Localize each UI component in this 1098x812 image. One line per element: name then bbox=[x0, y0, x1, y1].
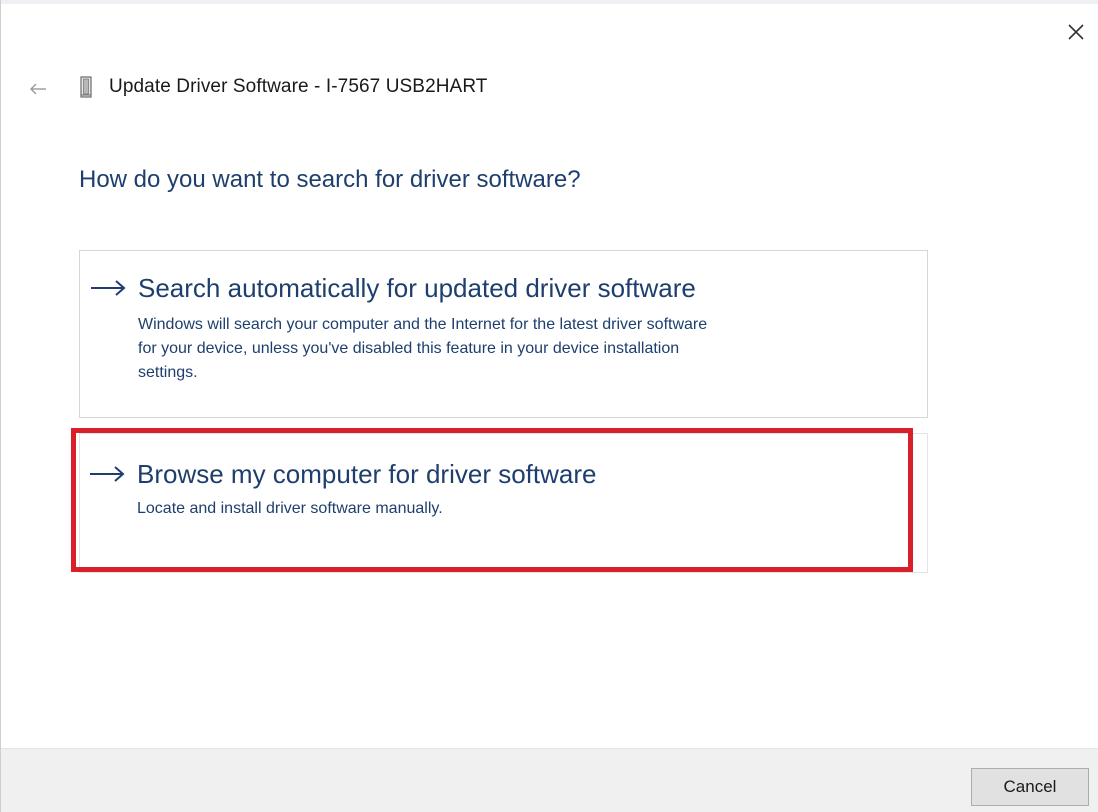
window-title: Update Driver Software - I-7567 USB2HART bbox=[109, 76, 488, 97]
dialog-footer: Cancel bbox=[1, 748, 1098, 812]
back-button[interactable] bbox=[27, 78, 49, 100]
search-automatically-description: Windows will search your computer and th… bbox=[138, 313, 707, 385]
description-line: Windows will search your computer and th… bbox=[138, 316, 708, 333]
search-automatically-option[interactable]: Search automatically for updated driver … bbox=[79, 250, 928, 418]
title-bar-strip bbox=[1, 0, 1098, 4]
update-driver-dialog: Update Driver Software - I-7567 USB2HART… bbox=[0, 0, 1098, 812]
browse-my-computer-description: Locate and install driver software manua… bbox=[137, 497, 443, 521]
browse-my-computer-label: Browse my computer for driver software bbox=[137, 459, 597, 489]
close-icon bbox=[1068, 24, 1084, 40]
right-arrow-icon bbox=[91, 280, 126, 296]
back-arrow-icon bbox=[30, 83, 46, 95]
description-line: Locate and install driver software manua… bbox=[137, 500, 443, 517]
description-line: for your device, unless you've disabled … bbox=[138, 340, 680, 357]
usb-device-icon bbox=[79, 76, 93, 98]
search-automatically-label: Search automatically for updated driver … bbox=[138, 273, 696, 303]
page-heading: How do you want to search for driver sof… bbox=[79, 166, 581, 193]
title-row: Update Driver Software - I-7567 USB2HART bbox=[79, 76, 488, 98]
description-line: settings. bbox=[138, 364, 198, 381]
cancel-button[interactable]: Cancel bbox=[971, 768, 1089, 806]
close-button[interactable] bbox=[1062, 18, 1090, 46]
browse-my-computer-option[interactable]: Browse my computer for driver software L… bbox=[71, 428, 913, 572]
right-arrow-icon bbox=[90, 466, 125, 482]
